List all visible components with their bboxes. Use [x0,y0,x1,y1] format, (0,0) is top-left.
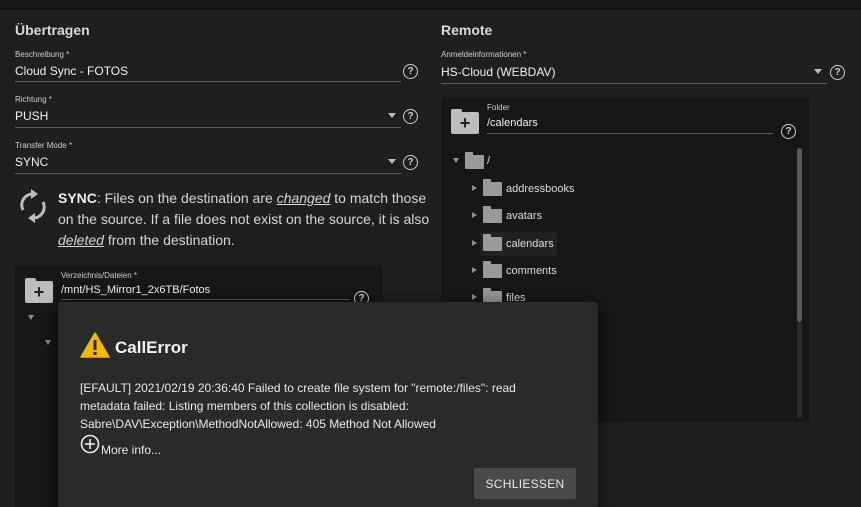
help-circle-icon[interactable]: ? [403,64,418,79]
transfer-mode-select[interactable]: SYNC [15,155,48,169]
directory-input[interactable]: /mnt/HS_Mirror1_2x6TB/Fotos [61,284,210,296]
transfer-mode-label: Transfer Mode * [15,141,73,150]
folder-icon [465,152,484,169]
help-circle-icon[interactable]: ? [830,65,845,80]
help-circle-icon[interactable]: ? [781,124,796,139]
sync-icon [20,189,46,223]
transfer-mode-underline [15,173,401,174]
description-underline [15,81,401,82]
tree-expand-icon[interactable] [472,294,477,300]
folder-label: Folder [487,103,510,112]
tree-expand-icon[interactable] [472,240,477,246]
tree-item-comments[interactable]: comments [506,265,557,277]
warning-icon [80,332,110,358]
tree-item-addressbooks[interactable]: addressbooks [506,183,575,195]
more-info-link[interactable]: More info... [101,443,161,457]
add-folder-icon[interactable]: + [451,109,479,134]
dialog-title: CallError [115,338,188,357]
chevron-down-icon[interactable] [814,69,822,74]
folder-icon [483,179,502,196]
credentials-underline [441,83,827,84]
folder-input[interactable]: /calendars [487,117,538,129]
tree-root-label[interactable]: / [487,155,490,167]
tree-collapse-icon[interactable] [453,158,459,163]
dialog-message: [EFAULT] 2021/02/19 20:36:40 Failed to c… [80,381,516,431]
chevron-down-icon[interactable] [388,159,396,164]
error-dialog: CallError [EFAULT] 2021/02/19 20:36:40 F… [58,302,598,507]
right-section-title: Remote [441,22,493,38]
tree-expand-icon[interactable] [472,185,477,191]
tree-expand-icon[interactable] [472,267,477,273]
tree-expand-icon[interactable] [472,212,477,218]
add-folder-icon[interactable]: + [25,278,53,303]
tree-expand-icon[interactable] [28,315,34,320]
direction-underline [15,127,401,128]
left-section-title: Übertragen [15,22,90,38]
tree-item-avatars[interactable]: avatars [506,210,542,222]
folder-underline [487,133,773,134]
description-label: Beschreibung * [15,50,70,59]
direction-select[interactable]: PUSH [15,109,48,123]
credentials-select[interactable]: HS-Cloud (WEBDAV) [441,65,555,79]
direction-label: Richtung * [15,95,52,104]
folder-icon [483,206,502,223]
tree-scrollbar-track[interactable] [797,322,802,418]
chevron-down-icon[interactable] [388,113,396,118]
close-button[interactable]: SCHLIESSEN [474,468,576,499]
folder-icon [483,234,502,251]
description-input[interactable]: Cloud Sync - FOTOS [15,64,128,78]
sync-description: SYNC: Files on the destination are chang… [58,190,430,248]
tree-expand-icon[interactable] [45,340,51,345]
tree-item-calendars[interactable]: calendars [506,238,554,250]
directory-underline [61,299,349,300]
credentials-label: Anmeldeinformationen * [441,50,527,59]
help-circle-icon[interactable]: ? [403,109,418,124]
help-circle-icon[interactable]: ? [403,155,418,170]
directory-label: Verzeichnis/Dateien * [61,271,138,280]
folder-icon [483,261,502,278]
plus-circle-icon[interactable] [80,434,100,454]
tree-scrollbar-thumb[interactable] [797,148,802,322]
